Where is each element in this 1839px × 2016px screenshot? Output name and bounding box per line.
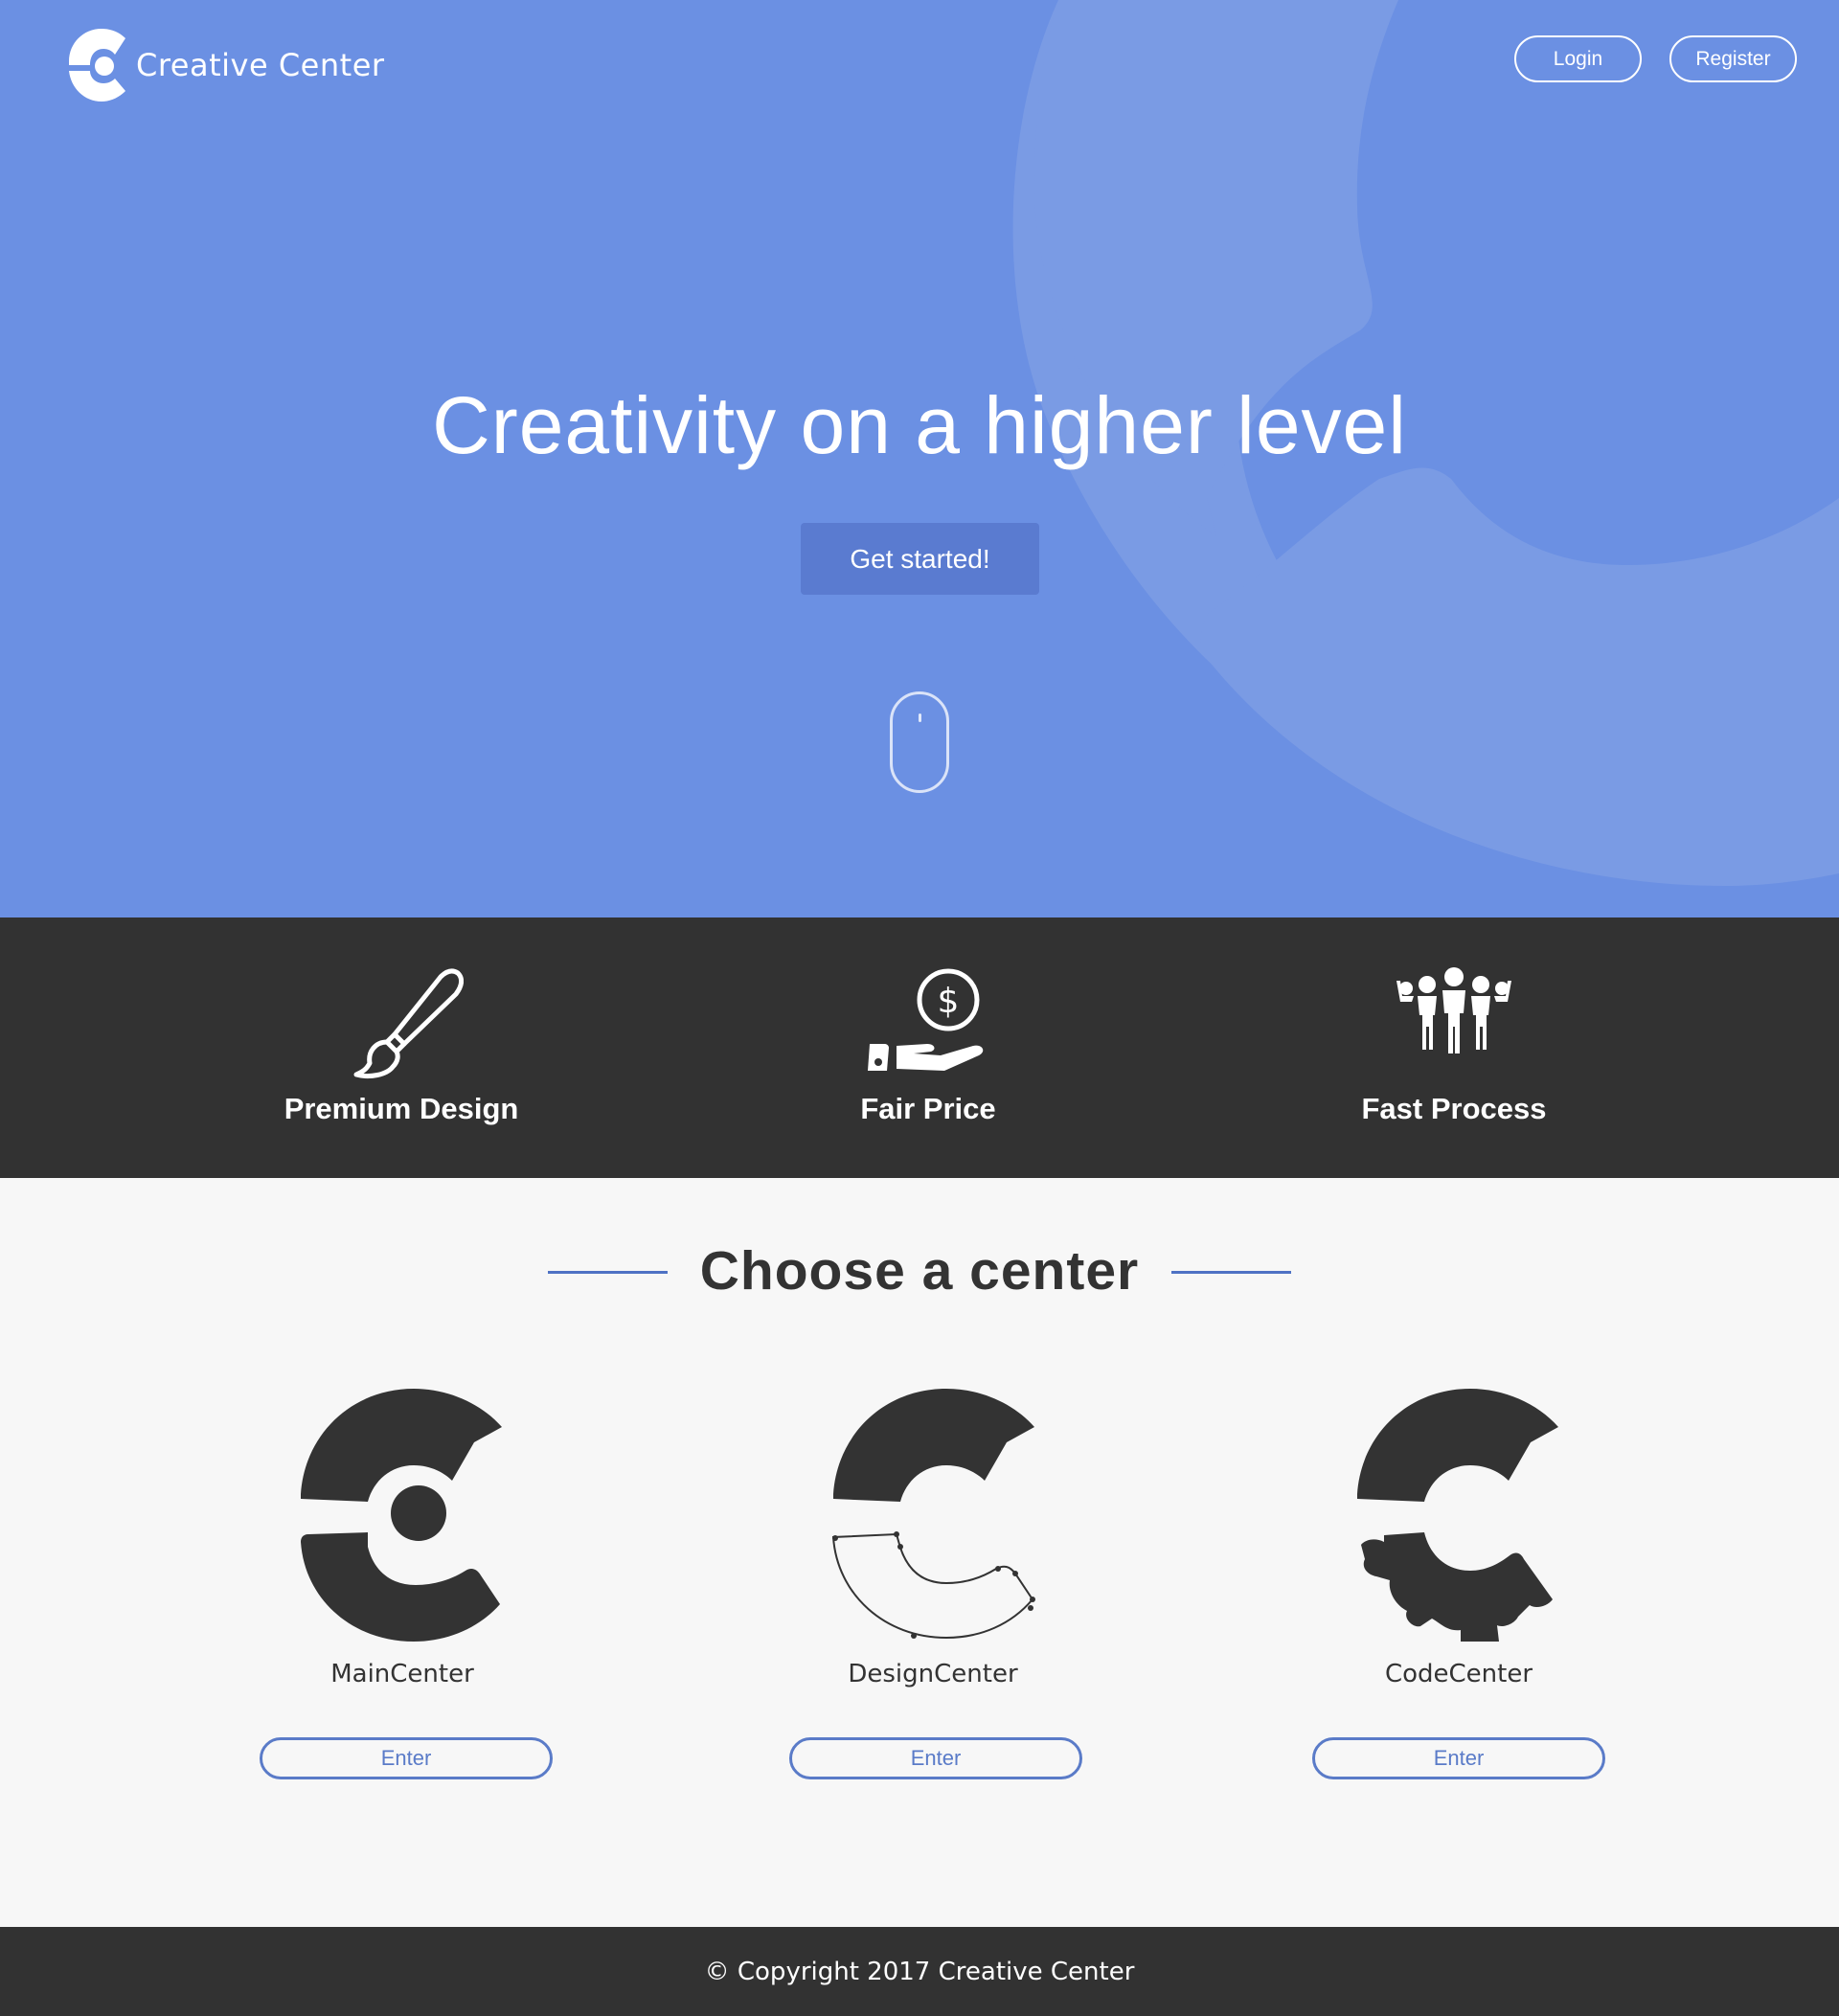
- feature-premium-design: Premium Design: [200, 917, 602, 1178]
- get-started-button[interactable]: Get started!: [801, 523, 1039, 595]
- paintbrush-icon: [353, 968, 464, 1079]
- code-center-logo-icon: [1357, 1389, 1558, 1642]
- brand-logo[interactable]: Creative Center: [69, 29, 385, 102]
- enter-button-codecenter[interactable]: Enter: [1312, 1737, 1605, 1779]
- center-name: CodeCenter: [1384, 1660, 1533, 1688]
- scroll-mouse-icon[interactable]: [890, 691, 949, 793]
- features-section: Premium Design $ Fair Price Fast Process: [0, 917, 1839, 1178]
- section-title: Choose a center: [699, 1240, 1140, 1302]
- team-icon: [1396, 967, 1511, 1053]
- feature-label: Fast Process: [1361, 1092, 1547, 1125]
- hero-title: Creativity on a higher level: [432, 380, 1407, 470]
- logo-c-icon: [69, 29, 125, 102]
- feature-label: Fair Price: [860, 1092, 996, 1125]
- footer: © Copyright 2017 Creative Center: [0, 1927, 1839, 2016]
- brand-name: Creative Center: [136, 47, 385, 83]
- feature-label: Premium Design: [284, 1092, 519, 1125]
- copyright-text: © Copyright 2017 Creative Center: [704, 1957, 1135, 1986]
- enter-button-designcenter[interactable]: Enter: [789, 1737, 1082, 1779]
- hand-coin-icon: $: [868, 968, 984, 1071]
- hero-section: Creative Center Login Register Creativit…: [0, 0, 1839, 917]
- feature-fast-process: Fast Process: [1253, 917, 1655, 1178]
- svg-text:$: $: [938, 982, 960, 1021]
- center-name: MainCenter: [330, 1660, 474, 1688]
- title-rule-right: [1171, 1271, 1291, 1274]
- enter-button-maincenter[interactable]: Enter: [260, 1737, 553, 1779]
- center-name: DesignCenter: [848, 1660, 1018, 1688]
- centers-section: Choose a center MainCenter Enter DesignC…: [0, 1178, 1839, 1927]
- main-center-logo-icon: [301, 1389, 502, 1642]
- mouse-wheel: [919, 714, 921, 722]
- register-button[interactable]: Register: [1669, 35, 1797, 82]
- feature-fair-price: $ Fair Price: [727, 917, 1129, 1178]
- design-center-logo-icon: [831, 1389, 1035, 1640]
- login-button[interactable]: Login: [1514, 35, 1642, 82]
